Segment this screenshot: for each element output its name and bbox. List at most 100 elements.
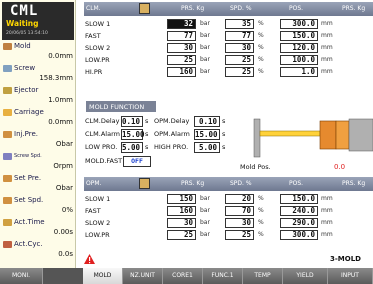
table-row: SLOW 2 30 bar 30 % 290.0 mm [84,218,373,229]
pressure-input[interactable]: 150 [167,194,196,204]
speed-input[interactable]: 25 [225,230,254,240]
speed-input[interactable]: 35 [225,19,254,29]
position-input[interactable]: 150.0 [280,194,318,204]
unit-label: s [145,143,149,151]
position-input[interactable]: 1.0 [280,67,318,77]
pressure-input[interactable]: 160 [167,206,196,216]
status-sidebar: CML Waiting 20/06/05 13:54:10 Mold 0.0mm… [0,0,76,268]
table-row: SLOW 1 150 bar 20 % 150.0 mm [84,194,373,205]
col-pressure: PRS. Kg [181,5,205,12]
unit-label: % [258,20,264,27]
message-bar: 3-MOLD [76,253,373,267]
table-header: CLM. PRS. Kg SPD. % POS. PRS. Kg [84,2,373,16]
stat-label: Carriage [14,108,44,116]
row-label: LOW.PR [85,56,110,64]
unit-label: mm [321,56,333,63]
tab-temp[interactable]: TEMP [243,268,283,284]
unit-label: % [258,44,264,51]
screw-icon [3,65,12,72]
tab-mold[interactable]: MOLD [83,268,123,284]
low-pro-input[interactable]: 5.00 [121,142,143,153]
unit-label: bar [200,68,210,75]
table-row: HI.PR 160 bar 25 % 1.0 mm [84,67,373,78]
pressure-input[interactable]: 77 [167,31,196,41]
speed-input[interactable]: 25 [225,55,254,65]
stat-value: 0.0mm [48,52,73,60]
position-input[interactable]: 240.0 [280,206,318,216]
speed-input[interactable]: 30 [225,43,254,53]
position-input[interactable]: 300.0 [280,230,318,240]
position-input[interactable]: 120.0 [280,43,318,53]
pressure-input-selected[interactable]: 32 [167,19,196,29]
row-label: SLOW 1 [85,195,111,203]
tab-yield[interactable]: YIELD [283,268,328,284]
mold-fast-toggle[interactable]: OFF [123,156,151,167]
mold-function-panel: MOLD FUNCTION CLM.Delay 0.10 s OPM.Delay… [84,101,236,175]
table-row: SLOW 2 30 bar 30 % 120.0 mm [84,43,373,54]
speed-input[interactable]: 77 [225,31,254,41]
opm-alarm-input[interactable]: 15.00 [194,129,220,140]
datetime: 20/06/05 13:54:10 [6,31,48,36]
opm-delay-input[interactable]: 0.10 [194,116,220,127]
cml-logo: CML [10,3,39,19]
unit-label: bar [200,207,210,214]
row-label: LOW.PR [85,231,110,239]
position-input[interactable]: 290.0 [280,218,318,228]
mold-icon [3,43,12,50]
stat-mold: Mold 0.0mm [2,42,74,62]
stat-value: 158.3mm [39,74,73,82]
high-pro-input[interactable]: 5.00 [194,142,220,153]
pressure-input[interactable]: 25 [167,55,196,65]
clock-icon [3,219,12,226]
position-input[interactable]: 100.0 [280,55,318,65]
tab-core1[interactable]: CORE1 [163,268,203,284]
unit-label: mm [321,32,333,39]
injection-pressure-icon [3,131,12,138]
unit-label: mm [321,231,333,238]
stat-label: Act.Time [14,218,45,226]
table-row: LOW.PR 25 bar 25 % 100.0 mm [84,55,373,66]
speed-input[interactable]: 30 [225,218,254,228]
opm-delay-label: OPM.Delay [154,117,190,125]
clm-delay-input[interactable]: 0.10 [121,116,143,127]
stat-set-pre: Set Pre. Obar [2,174,74,194]
unit-label: mm [321,68,333,75]
table-header: OPM. PRS. Kg SPD. % POS. PRS. Kg [84,177,373,191]
speed-input[interactable]: 70 [225,206,254,216]
stat-value: Obar [55,184,73,192]
col-pressure-2: PRS. Kg [342,5,366,12]
stat-label: Screw Spd. [14,153,42,159]
mold-image-icon [139,178,150,189]
tab-nz-unit[interactable]: NZ.UNIT [123,268,163,284]
pressure-input[interactable]: 160 [167,67,196,77]
stat-carriage: Carriage 0.0mm [2,108,74,128]
speed-input[interactable]: 20 [225,194,254,204]
table-row: LOW.PR 25 bar 25 % 300.0 mm [84,230,373,241]
unit-label: % [258,56,264,63]
table-row: FAST 160 bar 70 % 240.0 mm [84,206,373,217]
unit-label: bar [200,195,210,202]
pressure-input[interactable]: 30 [167,218,196,228]
pressure-input[interactable]: 30 [167,43,196,53]
tab-input[interactable]: INPUT [328,268,373,284]
unit-label: bar [200,20,210,27]
col-position: POS. [289,180,304,187]
position-input[interactable]: 300.0 [280,19,318,29]
mold-pos-value: 0.0 [334,163,346,171]
unit-label: % [258,219,264,226]
table-row: FAST 77 bar 77 % 150.0 mm [84,31,373,42]
col-position: POS. [289,5,304,12]
stat-set-spd: Set Spd. 0% [2,196,74,216]
unit-label: s [222,143,226,151]
speed-input[interactable]: 25 [225,67,254,77]
position-input[interactable]: 150.0 [280,31,318,41]
tab-func1[interactable]: FUNC.1 [203,268,243,284]
col-pressure-2: PRS. Kg [342,180,366,187]
col-name: OPM. [86,180,102,187]
unit-label: % [258,207,264,214]
pressure-input[interactable]: 25 [167,230,196,240]
row-label: FAST [85,32,101,40]
clm-alarm-input[interactable]: 15.00 [121,129,145,140]
carriage-icon [3,109,12,116]
tab-moni[interactable]: MONI. [0,268,43,284]
